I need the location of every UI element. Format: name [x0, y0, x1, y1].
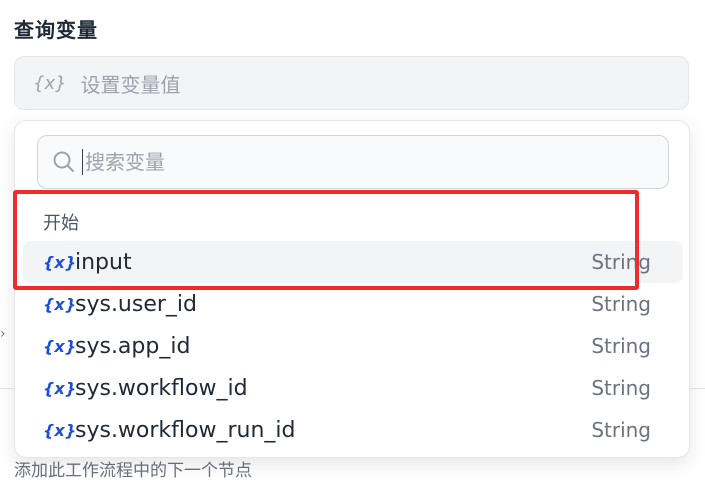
search-icon [53, 151, 74, 172]
search-box[interactable] [37, 135, 669, 189]
variable-name: input [75, 249, 132, 275]
variable-type: String [591, 334, 651, 358]
variable-name: sys.workflow_id [75, 375, 248, 401]
variable-item-sys-workflow-id[interactable]: {x} sys.workflow_id String [23, 367, 683, 409]
variable-item-sys-user-id[interactable]: {x} sys.user_id String [23, 283, 683, 325]
next-step-hint: 添加此工作流程中的下一个节点 [14, 461, 252, 481]
variable-item-sys-app-id[interactable]: {x} sys.app_id String [23, 325, 683, 367]
variable-type: String [591, 250, 651, 274]
variable-type: String [591, 292, 651, 316]
variable-name: sys.user_id [75, 291, 197, 317]
chevron-right-icon: › [0, 326, 6, 342]
variable-icon: {x} [43, 252, 77, 272]
variable-selector-placeholder: 设置变量值 [80, 72, 181, 97]
section-title: 查询变量 [14, 18, 98, 42]
variable-icon: {x} [43, 294, 77, 314]
variable-dropdown: 开始 {x} input String {x} sys.user_id Stri… [14, 120, 690, 458]
variable-icon: {x} [43, 420, 77, 440]
variable-item-input[interactable]: {x} input String [23, 241, 683, 283]
variable-name: sys.app_id [75, 333, 191, 359]
variable-selector[interactable]: {x} 设置变量值 [14, 56, 689, 110]
variable-list: {x} input String {x} sys.user_id String … [23, 241, 683, 451]
search-input[interactable] [82, 149, 647, 175]
variable-icon: {x} [43, 336, 77, 356]
variable-name: sys.workflow_run_id [75, 417, 296, 443]
variable-icon: {x} [33, 72, 67, 94]
group-label-start: 开始 [43, 213, 79, 234]
variable-item-sys-workflow-run-id[interactable]: {x} sys.workflow_run_id String [23, 409, 683, 451]
variable-type: String [591, 376, 651, 400]
variable-type: String [591, 418, 651, 442]
variable-icon: {x} [43, 378, 77, 398]
